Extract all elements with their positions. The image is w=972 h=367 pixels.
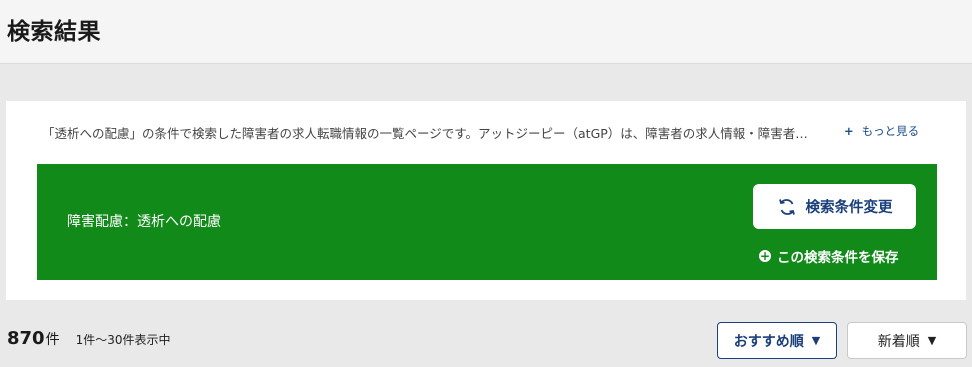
save-search-condition-link[interactable]: + この検索条件を保存 (759, 246, 899, 266)
change-search-condition-label: 検索条件変更 (805, 200, 893, 216)
result-count-number: 870 (7, 328, 45, 349)
sort-recommend-label: おすすめ順 (733, 333, 804, 350)
show-more-link[interactable]: + もっと見る (844, 123, 919, 139)
search-description: 「透析への配慮」の条件で検索した障害者の求人転職情報の一覧ページです。アットジー… (42, 126, 808, 141)
sort-new-button[interactable]: 新着順 ▼ (847, 322, 967, 359)
save-search-condition-label: この検索条件を保存 (777, 250, 899, 266)
show-more-label: もっと見る (861, 124, 920, 138)
sort-new-label: 新着順 (877, 333, 920, 350)
result-range: 1件～30件表示中 (75, 333, 171, 347)
triangle-down-icon: ▼ (811, 334, 821, 347)
search-condition-panel: 障害配慮：透析への配慮 検索条件変更 + この検索条件を保存 (37, 164, 937, 280)
plus-circle-icon: + (759, 249, 771, 263)
search-summary-card: 「透析への配慮」の条件で検索した障害者の求人転職情報の一覧ページです。アットジー… (6, 101, 966, 300)
result-count-unit: 件 (45, 332, 60, 348)
refresh-icon (778, 198, 795, 215)
page-title: 検索結果 (7, 19, 101, 45)
page-header: 検索結果 (0, 0, 972, 64)
result-count: 870 件 1件～30件表示中 (7, 328, 170, 349)
triangle-down-icon: ▼ (927, 334, 937, 347)
plus-icon: + (844, 124, 854, 138)
condition-text: 障害配慮：透析への配慮 (67, 214, 221, 230)
change-search-condition-button[interactable]: 検索条件変更 (753, 184, 916, 229)
sort-recommend-button[interactable]: おすすめ順 ▼ (717, 322, 837, 359)
